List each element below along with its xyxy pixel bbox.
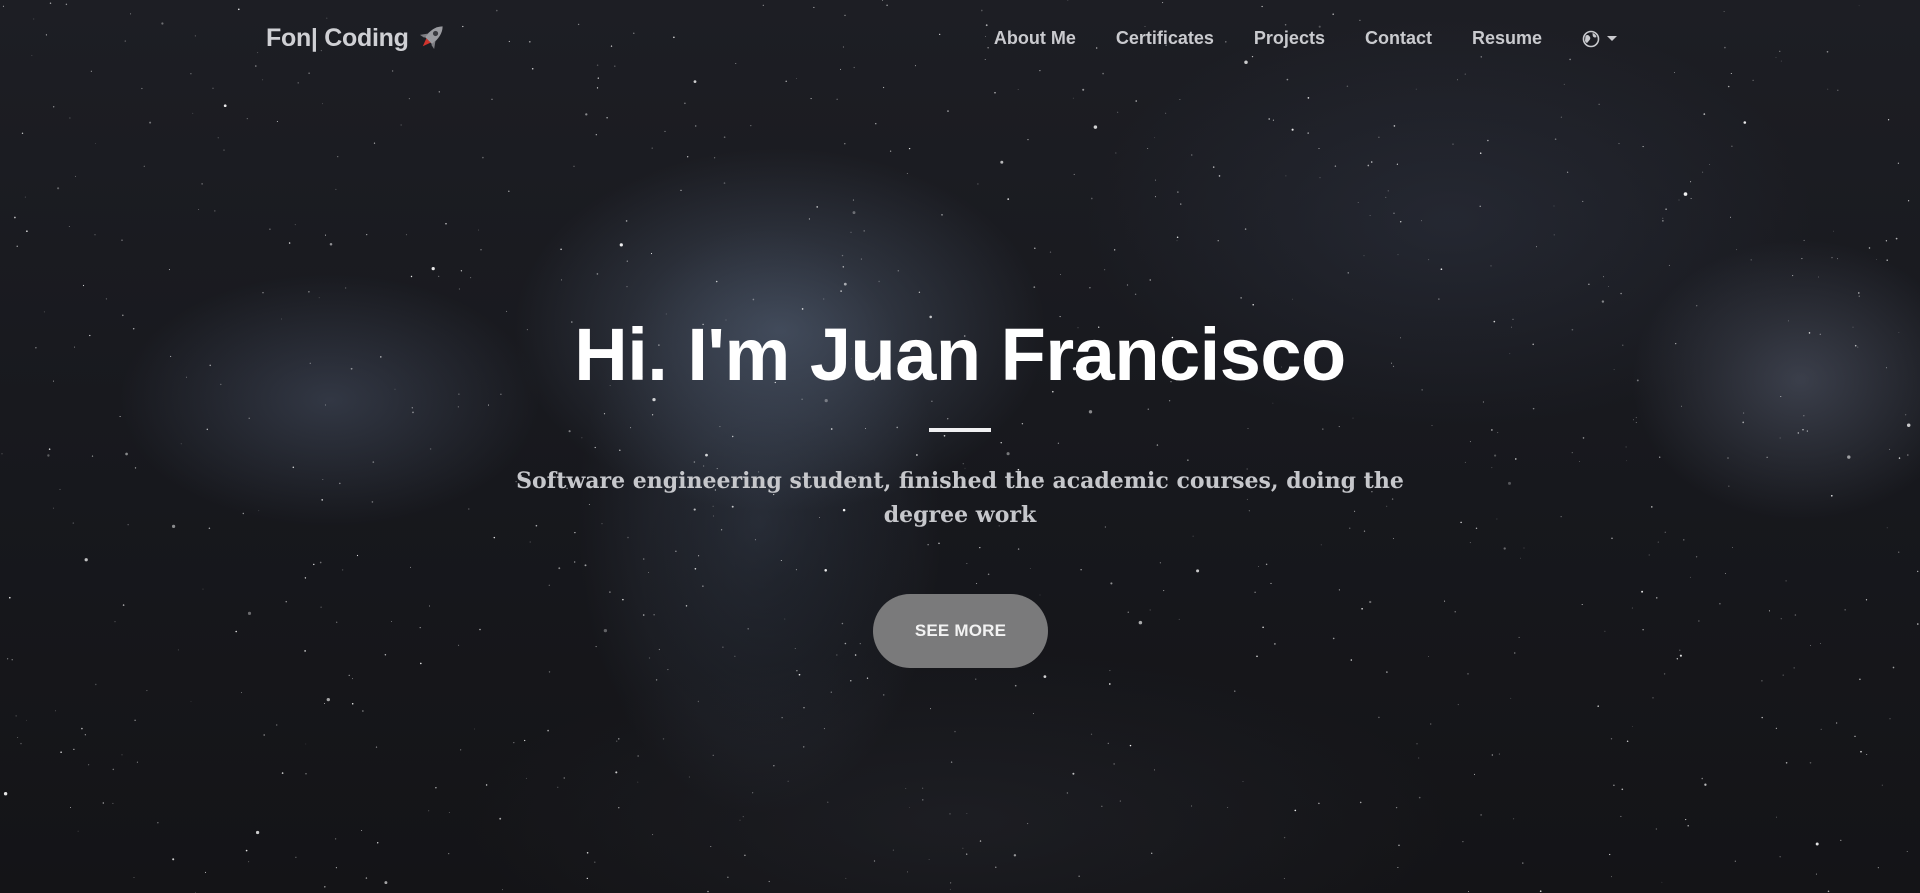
hero-divider <box>929 428 991 432</box>
hero-section: Hi. I'm Juan Francisco Software engineer… <box>0 0 1920 893</box>
hero-title: Hi. I'm Juan Francisco <box>574 313 1346 396</box>
hero-background: Fon| Coding About Me Certificates Projec… <box>0 0 1920 893</box>
see-more-button[interactable]: SEE MORE <box>873 594 1048 668</box>
hero-subtitle: Software engineering student, finished t… <box>516 468 1404 528</box>
